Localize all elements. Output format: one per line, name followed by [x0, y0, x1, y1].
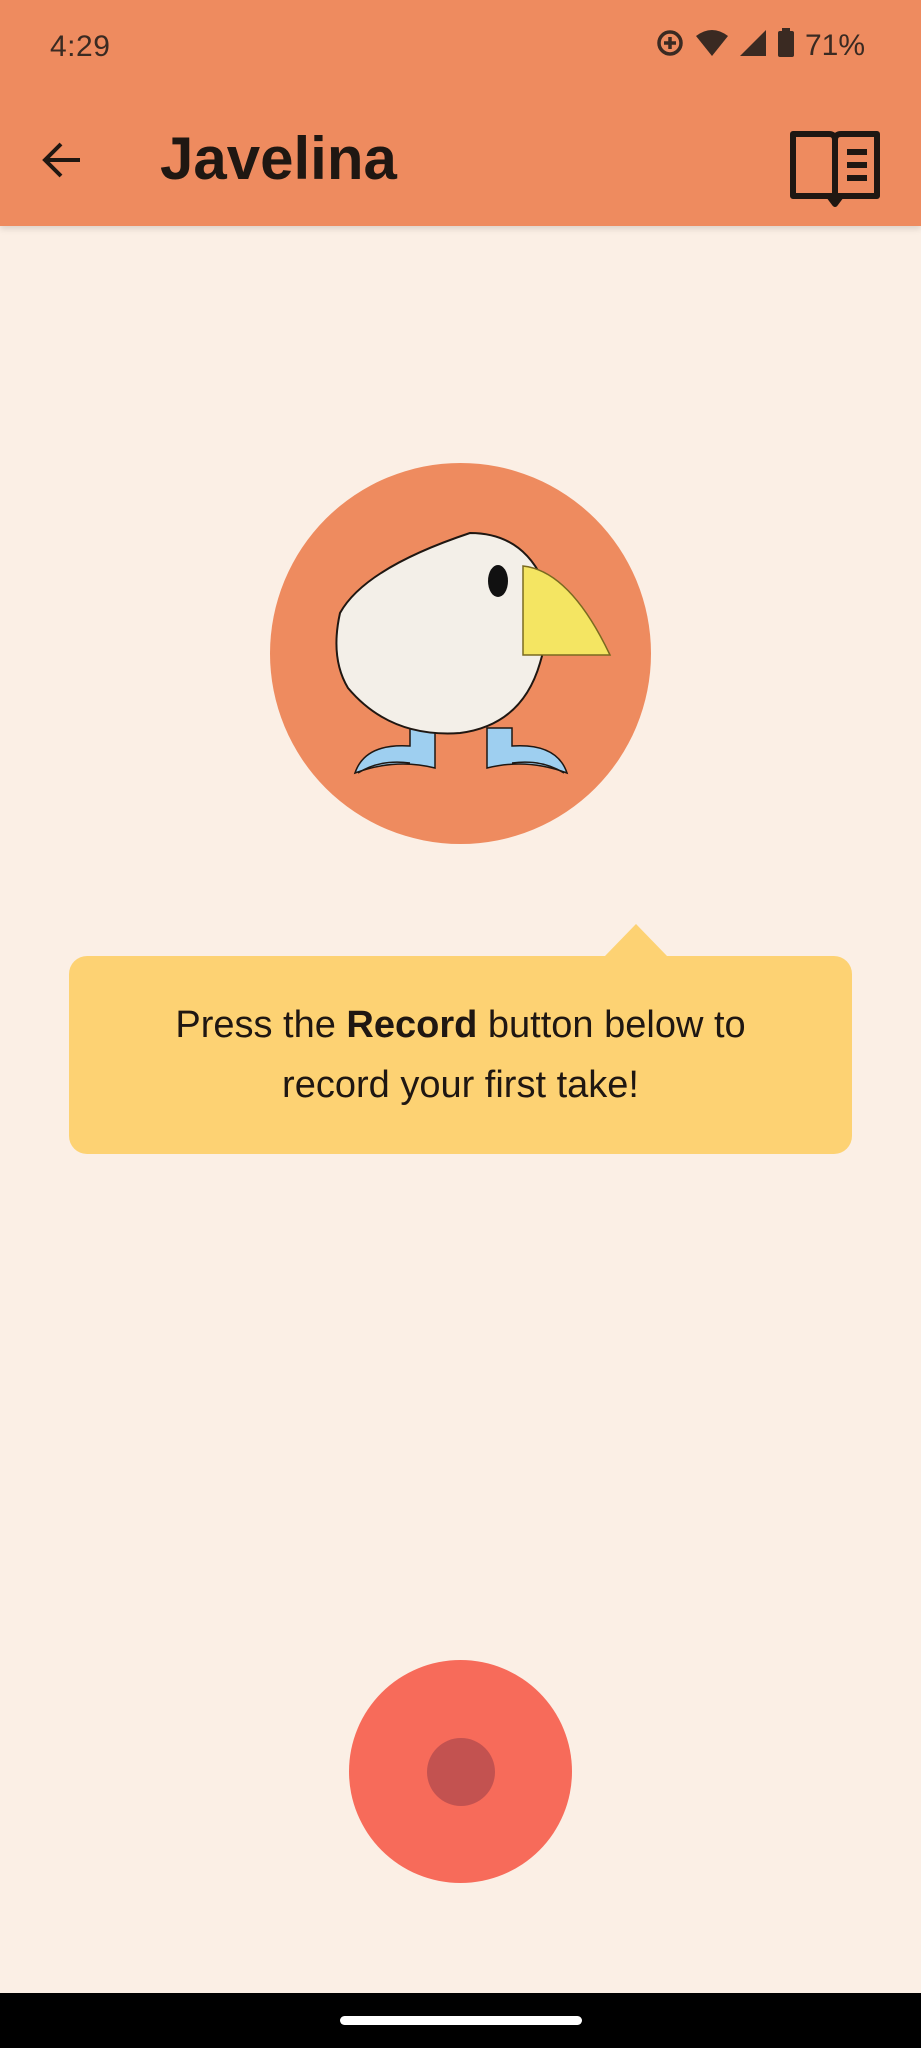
left-foot — [353, 727, 436, 775]
wifi-icon — [695, 29, 729, 62]
status-icons: 71% — [655, 28, 865, 63]
tooltip-text-bold: Record — [346, 1004, 478, 1046]
book-icon — [789, 130, 881, 213]
tooltip-text: Press the Record button below to record … — [129, 995, 792, 1115]
right-foot — [486, 727, 569, 775]
app-bar: 4:29 71% Javelina — [0, 0, 921, 226]
bird-body — [335, 531, 549, 735]
back-button[interactable] — [30, 130, 94, 194]
lyrics-book-button[interactable] — [785, 126, 885, 216]
battery-percent: 71% — [804, 28, 865, 62]
status-time: 4:29 — [50, 30, 111, 63]
cell-signal-icon — [739, 29, 767, 62]
bird-eye — [488, 565, 508, 597]
bird-avatar — [270, 463, 651, 844]
app-screen: 4:29 71% Javelina Press the Record butto… — [0, 0, 921, 2048]
battery-icon — [777, 28, 795, 63]
page-title: Javelina — [160, 125, 397, 192]
bird-beak — [522, 565, 612, 656]
record-button[interactable] — [349, 1660, 572, 1883]
record-dot-icon — [426, 1737, 495, 1806]
data-saver-icon — [655, 28, 685, 63]
tooltip-arrow — [604, 924, 668, 957]
tooltip-text-before: Press the — [175, 1004, 347, 1046]
record-hint-tooltip: Press the Record button below to record … — [69, 956, 852, 1154]
home-gesture-handle[interactable] — [340, 2016, 582, 2025]
arrow-back-icon — [42, 142, 82, 183]
